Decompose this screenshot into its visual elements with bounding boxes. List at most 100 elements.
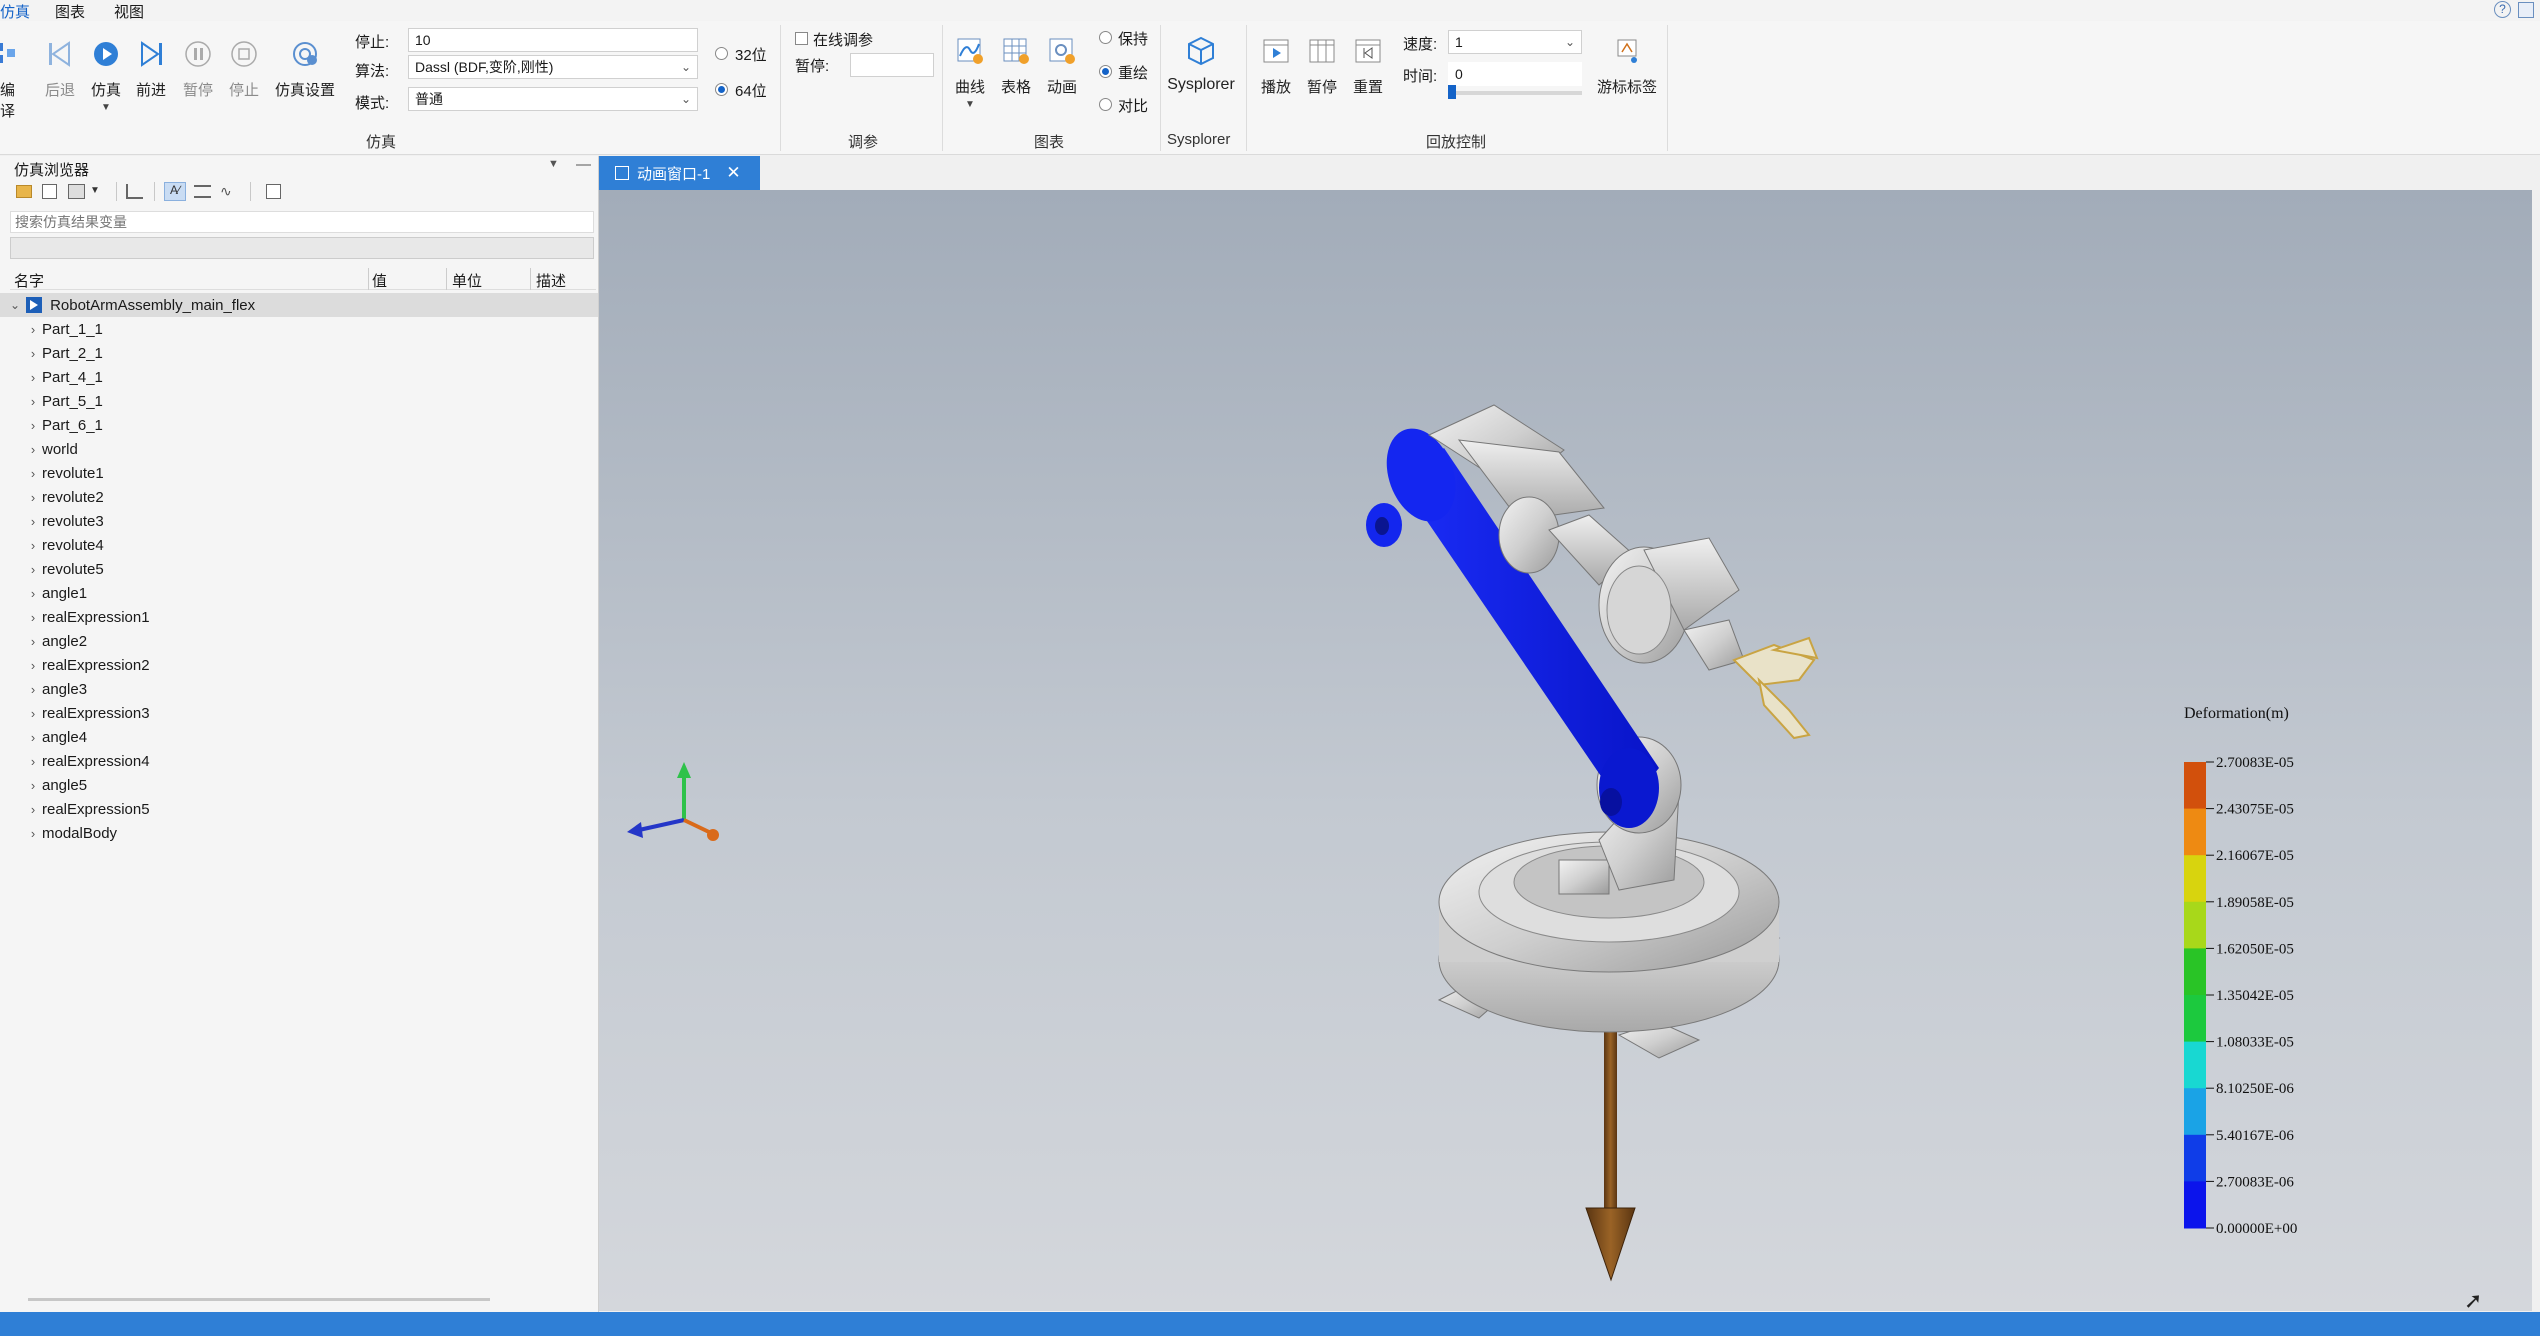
algorithm-select[interactable]: Dassl (BDF,变阶,刚性) ⌄ (408, 55, 698, 79)
bit32-radio[interactable] (715, 47, 728, 60)
chevron-down-icon[interactable]: ▼ (101, 102, 111, 113)
tree-item[interactable]: › realExpression5 (0, 797, 596, 821)
time-field[interactable]: 0 (1448, 62, 1582, 86)
overlay-radio[interactable] (1099, 65, 1112, 78)
tree-item[interactable]: › angle2 (0, 629, 596, 653)
chevron-right-icon[interactable]: › (26, 466, 40, 481)
chevron-right-icon[interactable]: › (26, 346, 40, 361)
back-button[interactable]: 后退 (40, 37, 80, 100)
tree-item[interactable]: › realExpression4 (0, 749, 596, 773)
tree-item[interactable]: › Part_6_1 (0, 413, 596, 437)
tree-item[interactable]: › realExpression3 (0, 701, 596, 725)
tree-item[interactable]: › realExpression1 (0, 605, 596, 629)
tree-item[interactable]: › angle3 (0, 677, 596, 701)
chevron-right-icon[interactable]: › (26, 802, 40, 817)
tab-animation-window[interactable]: 动画窗口-1 ✕ (599, 156, 760, 190)
tree-item[interactable]: › angle4 (0, 725, 596, 749)
animation-button[interactable]: 动画 (1044, 34, 1080, 97)
chevron-right-icon[interactable]: › (26, 514, 40, 529)
online-tuning-checkbox[interactable] (795, 32, 808, 45)
time-slider-track[interactable] (1448, 91, 1582, 95)
tree-item[interactable]: › world (0, 437, 596, 461)
collapse-all-icon[interactable] (266, 184, 281, 199)
time-slider-thumb[interactable] (1448, 85, 1456, 99)
chevron-right-icon[interactable]: › (26, 634, 40, 649)
chevron-right-icon[interactable]: › (26, 826, 40, 841)
mode-select[interactable]: 普通 ⌄ (408, 87, 698, 111)
column-value[interactable]: 值 (372, 270, 387, 291)
chevron-right-icon[interactable]: › (26, 658, 40, 673)
chevron-down-icon[interactable]: ⌄ (10, 298, 20, 312)
chevron-right-icon[interactable]: › (26, 490, 40, 505)
tree-item[interactable]: › revolute5 (0, 557, 596, 581)
chevron-right-icon[interactable]: › (26, 706, 40, 721)
column-name[interactable]: 名字 (14, 270, 44, 291)
menu-view[interactable]: 视图 (114, 1, 144, 22)
tree-item[interactable]: › revolute4 (0, 533, 596, 557)
tuning-pause-field[interactable] (850, 53, 934, 77)
wave-icon[interactable]: ∿ (220, 183, 232, 200)
tree-item[interactable]: › realExpression2 (0, 653, 596, 677)
column-description[interactable]: 描述 (536, 270, 566, 291)
compare-radio[interactable] (1099, 98, 1112, 111)
playback-pause-button[interactable]: 暂停 (1304, 34, 1340, 97)
chevron-right-icon[interactable]: › (26, 562, 40, 577)
chevron-right-icon[interactable]: › (26, 442, 40, 457)
chevron-right-icon[interactable]: › (26, 322, 40, 337)
animation-viewport[interactable]: Deformation(m) 2.70083E-05 2.43075E-05 2.1… (599, 190, 2532, 1311)
save-icon[interactable] (42, 184, 57, 199)
chevron-right-icon[interactable]: › (26, 538, 40, 553)
tree-item[interactable]: › revolute3 (0, 509, 596, 533)
tree-item[interactable]: › Part_4_1 (0, 365, 596, 389)
tree-root-row[interactable]: ⌄ RobotArmAssembly_main_flex (0, 293, 598, 317)
chevron-right-icon[interactable]: › (26, 730, 40, 745)
chevron-right-icon[interactable]: › (26, 610, 40, 625)
sysplorer-button[interactable]: Sysplorer (1165, 34, 1237, 94)
window-restore-icon[interactable] (2518, 2, 2534, 18)
play-button[interactable]: 播放 (1258, 34, 1294, 97)
filter-variables-icon[interactable]: A∕ (164, 182, 186, 201)
reset-button[interactable]: 重置 (1350, 34, 1386, 97)
chevron-right-icon[interactable]: › (26, 682, 40, 697)
cursor-tag-button[interactable]: 游标标签 (1594, 34, 1660, 97)
tree-item[interactable]: › Part_2_1 (0, 341, 596, 365)
tree-item[interactable]: › revolute1 (0, 461, 596, 485)
chevron-down-icon[interactable]: ▼ (90, 185, 100, 196)
stop-time-field[interactable]: 10 (408, 28, 698, 52)
horizontal-scrollbar[interactable] (28, 1298, 490, 1301)
tree-item[interactable]: › modalBody (0, 821, 596, 845)
chevron-right-icon[interactable]: › (26, 418, 40, 433)
speed-select[interactable]: 1 ⌄ (1448, 30, 1582, 54)
menu-charts[interactable]: 图表 (55, 1, 85, 22)
search-input[interactable] (10, 211, 594, 233)
open-folder-icon[interactable] (16, 185, 32, 198)
pause-button[interactable]: 暂停 (178, 37, 218, 100)
layout-icon[interactable] (68, 184, 85, 199)
tree-item[interactable]: › Part_5_1 (0, 389, 596, 413)
forward-button[interactable]: 前进 (131, 37, 171, 100)
table-button[interactable]: 表格 (998, 34, 1034, 97)
sim-settings-button[interactable]: 仿真设置 (270, 37, 340, 100)
column-unit[interactable]: 单位 (452, 270, 482, 291)
help-icon[interactable]: ? (2494, 1, 2511, 18)
compile-button[interactable]: 编译 (0, 37, 26, 121)
chevron-right-icon[interactable]: › (26, 754, 40, 769)
panel-menu-icon[interactable]: ▼ (548, 158, 559, 170)
minimize-icon[interactable]: — (576, 156, 591, 173)
tree-item[interactable]: › Part_1_1 (0, 317, 596, 341)
tree-item[interactable]: › revolute2 (0, 485, 596, 509)
stop-button[interactable]: 停止 (224, 37, 264, 100)
plot-icon[interactable] (126, 184, 143, 199)
simulate-button[interactable]: 仿真 ▼ (86, 37, 126, 113)
list-icon[interactable] (194, 185, 211, 198)
close-icon[interactable]: ✕ (726, 163, 740, 183)
tree-item[interactable]: › angle5 (0, 773, 596, 797)
chevron-right-icon[interactable]: › (26, 394, 40, 409)
bit64-radio[interactable] (715, 83, 728, 96)
chevron-down-icon[interactable]: ▼ (965, 99, 975, 110)
curve-button[interactable]: 曲线 ▼ (952, 34, 988, 110)
chevron-right-icon[interactable]: › (26, 778, 40, 793)
chevron-right-icon[interactable]: › (26, 370, 40, 385)
keep-radio[interactable] (1099, 31, 1112, 44)
tree-item[interactable]: › angle1 (0, 581, 596, 605)
